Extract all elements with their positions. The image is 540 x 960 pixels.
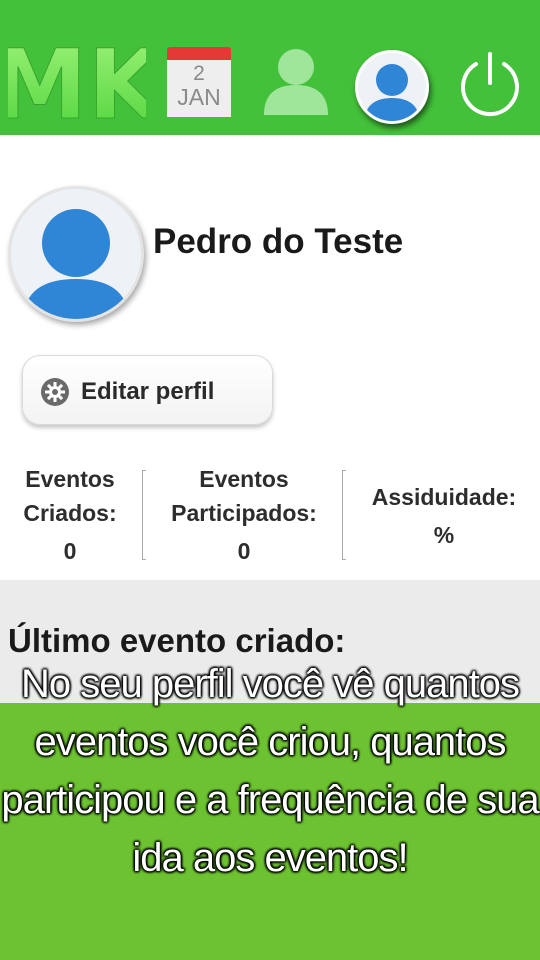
- stat-divider: [342, 470, 346, 560]
- profile-name: Pedro do Teste: [153, 222, 404, 261]
- profile-avatar[interactable]: [8, 186, 144, 322]
- top-app-bar: MK 2 JAN: [0, 0, 540, 135]
- stat-value: 0: [63, 538, 77, 564]
- stat-events-participated: Eventos Participados: 0: [152, 462, 336, 568]
- avatar-icon[interactable]: [355, 50, 429, 124]
- calendar-icon[interactable]: 2 JAN: [167, 47, 231, 117]
- edit-profile-label: Editar perfil: [81, 378, 215, 405]
- stat-label: Eventos: [199, 466, 289, 492]
- stat-value: %: [433, 522, 455, 548]
- user-icon[interactable]: [261, 45, 331, 115]
- gear-icon: [41, 378, 69, 406]
- svg-text:MK: MK: [8, 38, 146, 124]
- power-icon[interactable]: [456, 50, 524, 118]
- stat-label: Criados:: [23, 500, 117, 526]
- stat-value: 0: [237, 538, 251, 564]
- stat-attendance: Assiduidade: %: [352, 480, 536, 552]
- stat-divider: [142, 470, 146, 560]
- mk-logo[interactable]: MK: [8, 38, 146, 124]
- calendar-month: JAN: [177, 84, 221, 110]
- stat-label: Participados:: [171, 500, 317, 526]
- edit-profile-button[interactable]: Editar perfil: [22, 355, 273, 425]
- promo-text: No seu perfil você vê quantos eventos vo…: [1, 662, 539, 880]
- stat-events-created: Eventos Criados: 0: [8, 462, 132, 568]
- stat-label: Eventos: [25, 466, 115, 492]
- calendar-day: 2: [193, 62, 205, 85]
- stat-label: Assiduidade:: [371, 484, 517, 510]
